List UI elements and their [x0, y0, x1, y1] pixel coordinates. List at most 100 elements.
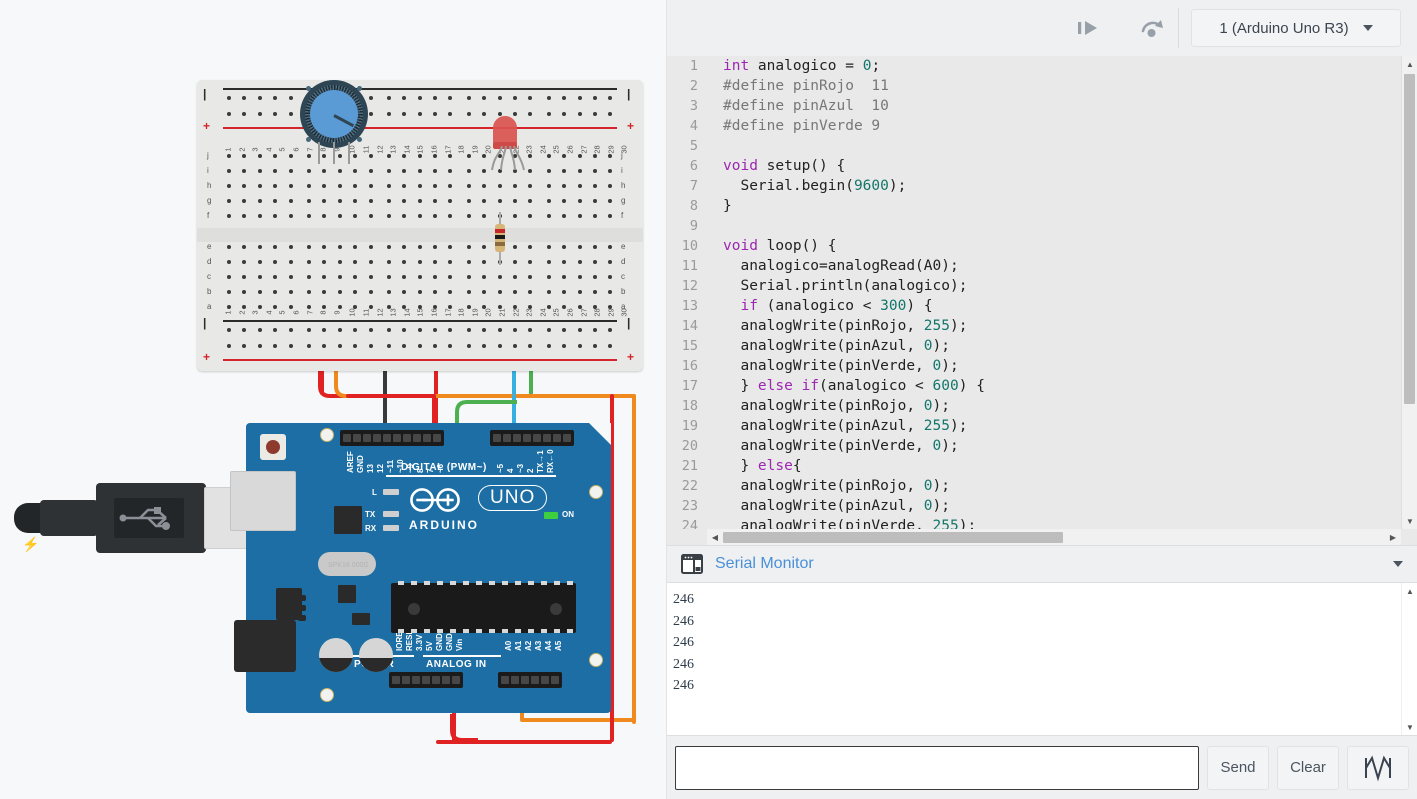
board-select-dropdown[interactable]: 1 (Arduino Uno R3)	[1191, 9, 1401, 47]
breadboard-hole[interactable]	[497, 275, 502, 279]
code-line[interactable]: 6 void setup() {	[667, 156, 1401, 176]
breadboard-hole[interactable]	[577, 328, 582, 332]
breadboard-hole-row[interactable]	[227, 169, 627, 173]
wire-orange-down[interactable]	[632, 394, 636, 724]
breadboard-hole[interactable]	[288, 112, 293, 116]
analog-header[interactable]	[498, 672, 562, 688]
breadboard-hole[interactable]	[273, 199, 278, 203]
code-text[interactable]: analogWrite(pinVerde, 0);	[707, 358, 1401, 374]
breadboard-hole[interactable]	[386, 245, 391, 249]
breadboard-hole[interactable]	[577, 214, 582, 218]
code-text[interactable]: #define pinRojo 11	[707, 78, 1401, 94]
rotate-debug-icon[interactable]	[1135, 11, 1169, 45]
breadboard-hole[interactable]	[592, 154, 597, 158]
header-pin[interactable]	[432, 676, 440, 684]
header-pin[interactable]	[403, 434, 411, 442]
breadboard-hole[interactable]	[242, 112, 247, 116]
breadboard-hole[interactable]	[513, 96, 518, 100]
breadboard-hole[interactable]	[306, 328, 311, 332]
scroll-left-arrow[interactable]: ◀	[707, 529, 723, 545]
breadboard-hole[interactable]	[273, 169, 278, 173]
breadboard-hole[interactable]	[562, 112, 567, 116]
breadboard-hole[interactable]	[577, 184, 582, 188]
breadboard-hole[interactable]	[608, 169, 613, 173]
breadboard-hole[interactable]	[227, 112, 231, 116]
breadboard-hole[interactable]	[592, 344, 597, 348]
header-pin[interactable]	[511, 676, 519, 684]
breadboard-hole[interactable]	[482, 328, 487, 332]
power-jack[interactable]	[234, 620, 296, 672]
breadboard-hole[interactable]	[577, 169, 582, 173]
breadboard-hole[interactable]	[448, 169, 453, 173]
breadboard-hole[interactable]	[448, 290, 453, 294]
breadboard-hole-row[interactable]	[227, 199, 627, 203]
code-text[interactable]: analogWrite(pinRojo, 255);	[707, 318, 1401, 334]
scroll-up-arrow[interactable]: ▲	[1402, 583, 1417, 599]
breadboard-hole[interactable]	[353, 214, 358, 218]
header-pin[interactable]	[531, 676, 539, 684]
breadboard-hole[interactable]	[288, 184, 293, 188]
breadboard-hole[interactable]	[257, 328, 262, 332]
breadboard-hole[interactable]	[497, 328, 502, 332]
horizontal-scroll-thumb[interactable]	[723, 532, 1063, 543]
breadboard-hole[interactable]	[577, 290, 582, 294]
breadboard-hole[interactable]	[368, 344, 373, 348]
header-pin[interactable]	[541, 676, 549, 684]
code-text[interactable]: int analogico = 0;	[707, 58, 1401, 74]
breadboard-hole[interactable]	[592, 214, 597, 218]
breadboard-hole[interactable]	[417, 169, 422, 173]
breadboard-hole[interactable]	[592, 96, 597, 100]
breadboard-hole[interactable]	[608, 199, 613, 203]
breadboard-hole[interactable]	[242, 305, 247, 309]
code-line[interactable]: 24 analogWrite(pinVerde, 255);	[667, 516, 1401, 529]
code-text[interactable]: analogWrite(pinAzul, 255);	[707, 418, 1401, 434]
breadboard-hole[interactable]	[386, 328, 391, 332]
breadboard-hole[interactable]	[337, 344, 342, 348]
code-line[interactable]: 7 Serial.begin(9600);	[667, 176, 1401, 196]
breadboard-hole[interactable]	[448, 344, 453, 348]
header-pin[interactable]	[442, 676, 450, 684]
wire-orange-to-a0[interactable]	[520, 718, 636, 722]
breadboard-hole[interactable]	[386, 290, 391, 294]
header-pin[interactable]	[343, 434, 351, 442]
breadboard-hole[interactable]	[546, 184, 551, 188]
breadboard-hole[interactable]	[227, 290, 231, 294]
breadboard-hole[interactable]	[608, 214, 613, 218]
header-pin[interactable]	[422, 676, 430, 684]
code-text[interactable]: analogWrite(pinRojo, 0);	[707, 478, 1401, 494]
chevron-down-icon[interactable]	[1393, 561, 1403, 567]
header-pin[interactable]	[503, 434, 511, 442]
breadboard-hole[interactable]	[402, 344, 407, 348]
breadboard-hole[interactable]	[482, 112, 487, 116]
code-text[interactable]: if (analogico < 300) {	[707, 298, 1401, 314]
breadboard-hole[interactable]	[448, 112, 453, 116]
breadboard-hole[interactable]	[562, 328, 567, 332]
breadboard-hole[interactable]	[546, 112, 551, 116]
header-pin[interactable]	[513, 434, 521, 442]
code-line[interactable]: 17 } else if(analogico < 600) {	[667, 376, 1401, 396]
potentiometer[interactable]	[300, 80, 368, 148]
breadboard-hole[interactable]	[513, 328, 518, 332]
resistor[interactable]	[494, 212, 506, 265]
breadboard-hole[interactable]	[417, 245, 422, 249]
breadboard-hole[interactable]	[273, 275, 278, 279]
breadboard-hole[interactable]	[368, 245, 373, 249]
breadboard-hole[interactable]	[273, 344, 278, 348]
code-text[interactable]: analogWrite(pinRojo, 0);	[707, 398, 1401, 414]
breadboard-hole[interactable]	[608, 260, 613, 264]
code-text[interactable]: void setup() {	[707, 158, 1401, 174]
breadboard-hole[interactable]	[227, 184, 231, 188]
breadboard-hole[interactable]	[417, 96, 422, 100]
breadboard-hole[interactable]	[592, 245, 597, 249]
code-line[interactable]: 11 analogico=analogRead(A0);	[667, 256, 1401, 276]
breadboard-hole[interactable]	[562, 154, 567, 158]
breadboard-hole[interactable]	[528, 184, 533, 188]
breadboard-hole[interactable]	[482, 260, 487, 264]
breadboard-hole[interactable]	[513, 245, 518, 249]
breadboard-hole[interactable]	[368, 214, 373, 218]
breadboard-hole[interactable]	[257, 214, 262, 218]
breadboard-hole[interactable]	[386, 154, 391, 158]
scroll-down-arrow[interactable]: ▼	[1402, 719, 1417, 735]
code-line[interactable]: 18 analogWrite(pinRojo, 0);	[667, 396, 1401, 416]
breadboard-hole-row[interactable]	[227, 96, 627, 100]
